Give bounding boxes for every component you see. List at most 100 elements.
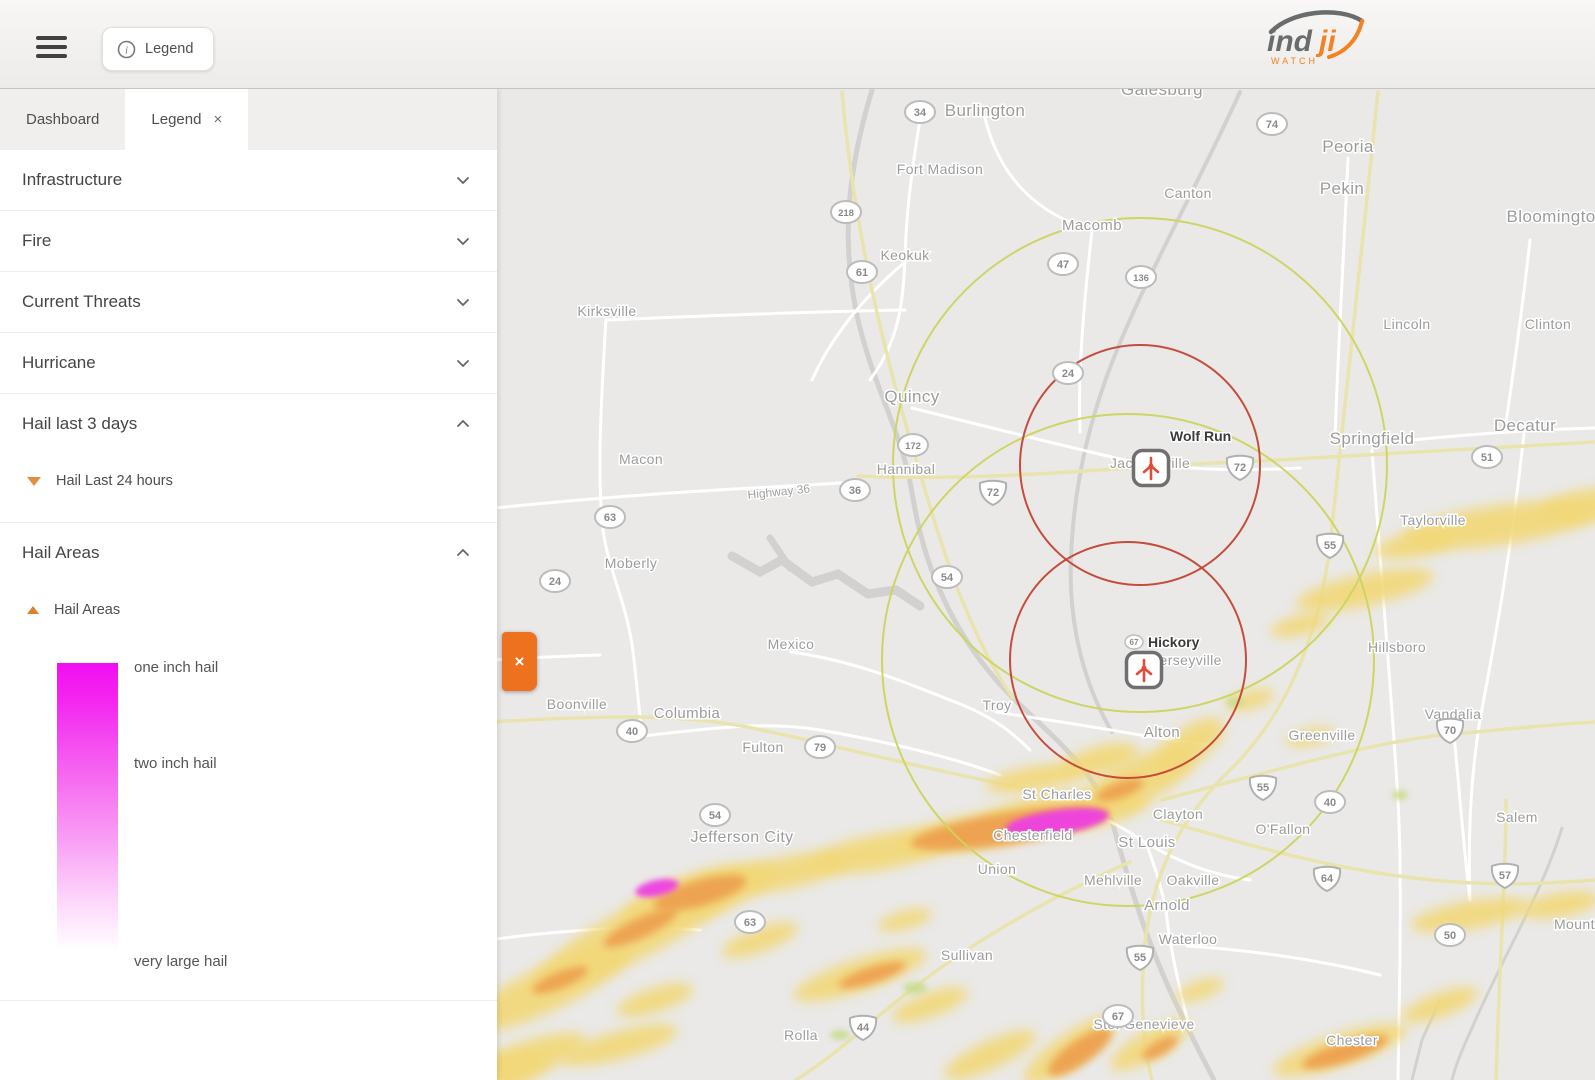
map-city-label: Macon [619, 451, 663, 467]
hail-area-green [1392, 790, 1408, 800]
tab-label: Legend [151, 111, 201, 128]
info-icon: i [117, 40, 136, 59]
map-container[interactable]: GalesburgBurlingtonPeoriaFort MadisonCan… [497, 88, 1595, 1080]
accordion-section-hail-areas: Hail Areas Hail Areas one inch hailtwo inc… [0, 523, 497, 1001]
route-shield-36: 36 [840, 479, 870, 501]
accordion-label: Infrastructure [22, 170, 122, 190]
accordion-label: Fire [22, 231, 51, 251]
asset-marker-hickory[interactable] [1127, 653, 1162, 688]
map-city-label: Galesburg [1121, 88, 1203, 99]
legend-layer-label: Hail Areas [54, 602, 120, 618]
map-city-label: Macomb [1062, 217, 1122, 234]
legend-accordion: Infrastructure Fire Current ThreatsHurrica… [0, 150, 497, 1001]
map-city-label: Canton [1164, 185, 1212, 201]
asset-marker-wolf-run[interactable] [1134, 451, 1169, 486]
chevron-down-icon [455, 172, 471, 188]
hail-gradient-labels: one inch hailtwo inch hailvery large hai… [134, 663, 284, 976]
triangle-up-icon [27, 606, 39, 614]
svg-text:67: 67 [1112, 1011, 1124, 1023]
svg-text:67: 67 [1130, 638, 1139, 647]
chevron-down-icon [455, 355, 471, 371]
route-shield-136: 136 [1126, 266, 1156, 288]
tab-close-icon[interactable]: × [213, 111, 222, 128]
accordion-header-hail-last-3-days[interactable]: Hail last 3 days [0, 394, 497, 454]
asset-marker-label: Hickory [1148, 634, 1200, 650]
map-city-label: Peoria [1322, 137, 1374, 156]
map-city-label: Springfield [1330, 429, 1415, 448]
svg-text:40: 40 [1324, 797, 1336, 809]
legend-layer-label: Hail Last 24 hours [56, 473, 173, 489]
tab-dashboard[interactable]: Dashboard [0, 88, 125, 150]
svg-text:79: 79 [814, 742, 826, 754]
map-city-label: Moberly [605, 555, 658, 571]
map-city-label: Hillsboro [1368, 639, 1426, 655]
top-toolbar: i Legend ind ji WATCH [0, 0, 1595, 89]
map-city-label: Lincoln [1383, 316, 1430, 332]
accordion-section-current-threats: Current Threats [0, 272, 497, 333]
svg-text:72: 72 [1234, 462, 1246, 474]
legend-layer-item[interactable]: Hail Areas [0, 593, 497, 627]
svg-text:54: 54 [709, 810, 722, 822]
svg-text:34: 34 [914, 107, 927, 119]
map-city-label: Mehlville [1084, 872, 1142, 888]
svg-text:55: 55 [1134, 952, 1146, 964]
svg-text:136: 136 [1133, 273, 1149, 284]
accordion-section-hurricane: Hurricane [0, 333, 497, 394]
map-city-label: Decatur [1494, 416, 1556, 435]
sidebar-tab-bar: Dashboard Legend × [0, 88, 497, 150]
map-city-label: Fort Madison [897, 161, 984, 177]
accordion-header-current-threats[interactable]: Current Threats [0, 272, 497, 332]
route-shield-63: 63 [735, 911, 765, 933]
map-city-label: Jefferson City [690, 829, 793, 846]
svg-text:47: 47 [1057, 259, 1069, 271]
map-city-label: Sullivan [941, 947, 993, 963]
route-shield-218: 218 [831, 201, 861, 223]
route-shield-51: 51 [1472, 446, 1502, 468]
accordion-header-hail-areas[interactable]: Hail Areas [0, 523, 497, 583]
chevron-up-icon [455, 545, 471, 561]
accordion-header-fire[interactable]: Fire [0, 211, 497, 271]
tab-legend[interactable]: Legend × [125, 88, 248, 150]
route-shield-24: 24 [540, 570, 570, 592]
svg-text:172: 172 [905, 441, 921, 452]
map-canvas[interactable]: GalesburgBurlingtonPeoriaFort MadisonCan… [497, 88, 1595, 1080]
accordion-header-infrastructure[interactable]: Infrastructure [0, 150, 497, 210]
asset-marker-label: Wolf Run [1170, 428, 1231, 444]
route-shield-172: 172 [898, 434, 928, 456]
map-city-label: O'Fallon [1256, 821, 1311, 837]
svg-text:36: 36 [849, 485, 861, 497]
map-city-label: Union [978, 861, 1017, 877]
svg-text:63: 63 [604, 512, 616, 524]
route-shield-54: 54 [700, 804, 730, 826]
route-shield-40: 40 [617, 720, 647, 742]
route-shield-47: 47 [1048, 253, 1078, 275]
accordion-section-fire: Fire [0, 211, 497, 272]
svg-text:55: 55 [1324, 540, 1336, 552]
legend-layer-item[interactable]: Hail Last 24 hours [0, 464, 497, 498]
svg-text:55: 55 [1257, 782, 1269, 794]
route-shield-63: 63 [595, 506, 625, 528]
map-panel-close-tab[interactable]: × [502, 632, 537, 691]
svg-text:24: 24 [549, 576, 562, 588]
map-city-label: Pekin [1320, 179, 1365, 198]
svg-text:i: i [125, 44, 128, 56]
map-city-label: Alton [1144, 724, 1180, 741]
legend-button[interactable]: i Legend [102, 27, 214, 71]
svg-text:74: 74 [1266, 119, 1279, 131]
map-city-label: Fulton [742, 739, 783, 755]
map-city-label: Kirksville [577, 303, 636, 319]
route-shield-67: 67 [1125, 635, 1143, 649]
hail-area-green [830, 1030, 850, 1040]
logo-ind-text: ind [1267, 25, 1313, 58]
route-shield-61: 61 [847, 261, 877, 283]
map-city-label: Clinton [1525, 316, 1571, 332]
accordion-header-hurricane[interactable]: Hurricane [0, 333, 497, 393]
map-city-label: Oakville [1167, 872, 1220, 888]
svg-text:70: 70 [1444, 725, 1456, 737]
hamburger-menu-icon[interactable] [36, 36, 67, 63]
triangle-down-icon [27, 477, 41, 486]
svg-text:54: 54 [941, 572, 954, 584]
svg-text:63: 63 [744, 917, 756, 929]
gradient-label-top: one inch hail [134, 659, 218, 676]
map-city-label: Greenville [1288, 727, 1355, 743]
